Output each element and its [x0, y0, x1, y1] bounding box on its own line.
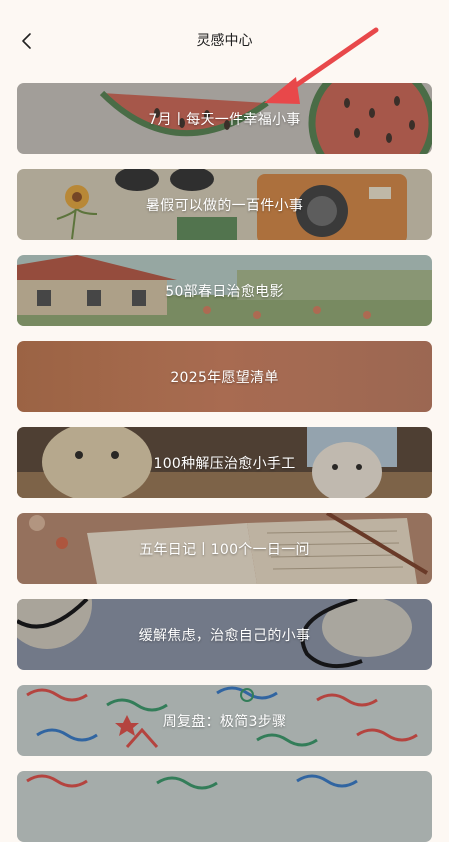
card-label: 50部春日治愈电影	[165, 283, 284, 300]
card-label	[17, 771, 432, 842]
card-july-happy-things[interactable]: 7月丨每天一件幸福小事	[17, 83, 432, 154]
card-five-year-diary[interactable]: 五年日记丨100个一日一问	[17, 513, 432, 584]
card-label: 五年日记丨100个一日一问	[139, 541, 310, 558]
card-spring-movies[interactable]: 50部春日治愈电影	[17, 255, 432, 326]
card-label: 7月丨每天一件幸福小事	[148, 111, 301, 128]
card-summer-100-things[interactable]: 暑假可以做的一百件小事	[17, 169, 432, 240]
card-weekly-review[interactable]: 周复盘：极简3步骤	[17, 685, 432, 756]
card-handcraft[interactable]: 100种解压治愈小手工	[17, 427, 432, 498]
card-label: 100种解压治愈小手工	[153, 455, 296, 472]
card-label: 2025年愿望清单	[170, 369, 279, 386]
card-label: 周复盘：极简3步骤	[162, 713, 287, 730]
card-2025-wishlist[interactable]: 2025年愿望清单	[17, 341, 432, 412]
page-title: 灵感中心	[196, 33, 253, 49]
card-label: 缓解焦虑，治愈自己的小事	[138, 627, 311, 644]
card-label: 暑假可以做的一百件小事	[145, 197, 304, 214]
card-partial[interactable]	[17, 771, 432, 842]
card-ease-anxiety[interactable]: 缓解焦虑，治愈自己的小事	[17, 599, 432, 670]
header: 灵感中心	[0, 0, 449, 78]
